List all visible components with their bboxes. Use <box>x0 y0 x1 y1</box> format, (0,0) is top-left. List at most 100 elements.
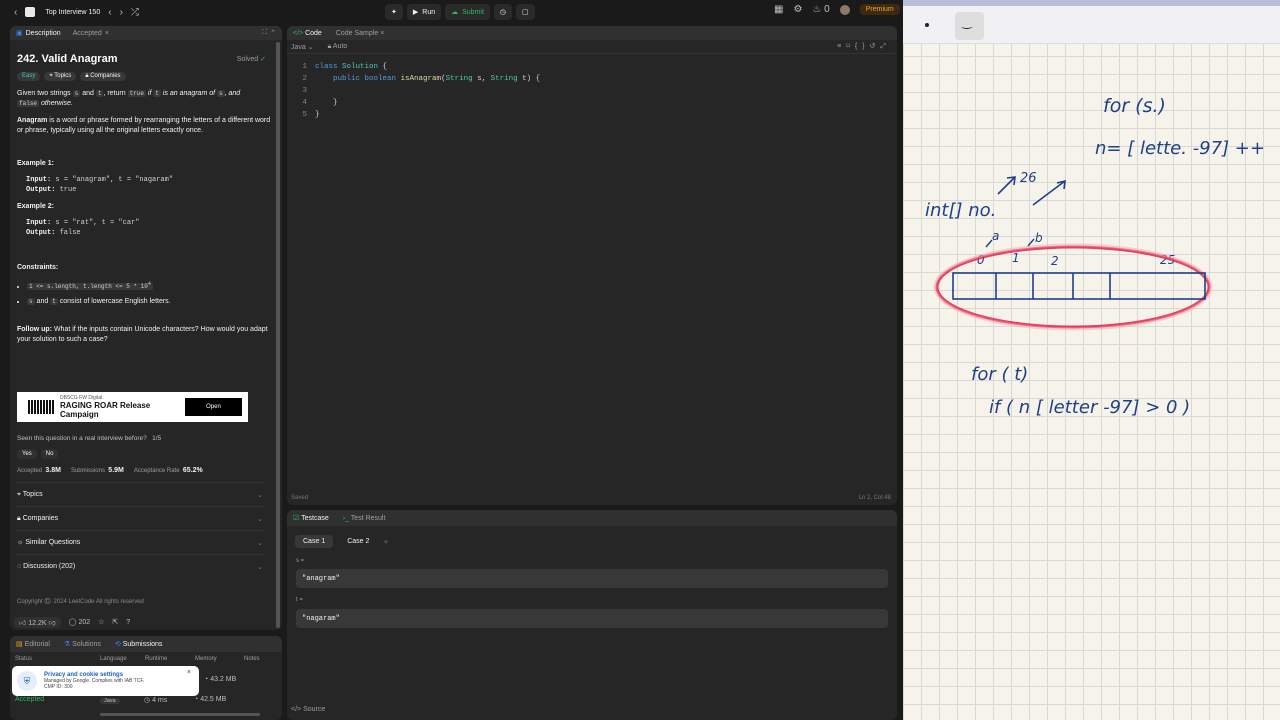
close-icon[interactable]: × <box>187 669 191 676</box>
premium-button[interactable]: Premium <box>859 4 900 15</box>
problem-list-icon[interactable] <box>25 7 36 17</box>
col-memory[interactable]: Memory <box>195 656 244 662</box>
row-status: Accepted <box>15 696 45 703</box>
expand-icon[interactable]: ⛶ <box>262 29 267 37</box>
section-topics[interactable]: ⌖ Topics ⌄ <box>17 482 263 506</box>
layout-icon[interactable]: ▦ <box>774 4 783 15</box>
shuffle-icon[interactable]: ⤮ <box>131 7 139 18</box>
collapse-icon[interactable]: ⌃ <box>270 29 276 37</box>
submit-button[interactable]: ☁ Submit <box>445 4 490 20</box>
lock-icon: 🔒︎ <box>327 42 332 50</box>
settings-icon[interactable]: ⚙ <box>793 4 802 15</box>
constraint-text: consist of lowercase English letters. <box>57 298 171 305</box>
tab-editorial[interactable]: ▤ Editorial <box>16 640 50 648</box>
col-notes[interactable]: Notes <box>244 656 260 662</box>
debug-button[interactable]: ✦ <box>385 4 403 20</box>
prev-problem-icon[interactable]: ‹ <box>108 7 111 18</box>
note-count-increment: n= [ lette. -97] ++ <box>1095 138 1265 159</box>
add-case-icon[interactable]: + <box>383 537 388 547</box>
tab-solutions[interactable]: ⚗ Solutions <box>64 640 101 648</box>
input-label: Input: <box>26 219 52 227</box>
terminal-icon: ›_ <box>342 514 349 522</box>
horizontal-scrollbar[interactable] <box>100 713 260 716</box>
chevron-down-icon: ⌄ <box>257 491 263 499</box>
bookmark-icon[interactable]: ⌑ <box>846 43 855 50</box>
next-problem-icon[interactable]: › <box>120 7 123 18</box>
back-icon[interactable]: ‹ <box>14 7 17 18</box>
top-bar: ‹ Top Interview 150 ‹ › ⤮ ✦ ▶ Run ☁ Submit… <box>0 0 903 24</box>
language-select[interactable]: Java ⌄ <box>291 43 314 51</box>
no-button[interactable]: No <box>40 449 59 459</box>
acceptance-stats: Accepted 3.8M Submissions 5.9M Acceptanc… <box>17 467 203 474</box>
tab-submissions[interactable]: ⟲ Submissions <box>115 640 163 648</box>
var-s-input[interactable]: "anagram" <box>296 569 888 588</box>
cookie-banner[interactable]: ⛨ Privacy and cookie settings Managed by… <box>12 666 199 696</box>
run-button[interactable]: ▶ Run <box>406 4 442 20</box>
section-companies-label: Companies <box>22 514 59 522</box>
col-language[interactable]: Language <box>100 656 145 662</box>
tab-code-sample[interactable]: Code Sample × <box>336 30 384 37</box>
companies-chip[interactable]: 🔒︎ Companies <box>80 72 126 81</box>
topics-chip[interactable]: ⌖ Topics <box>44 72 77 81</box>
section-discussion[interactable]: ◌ Discussion (202) ⌄ <box>17 554 263 578</box>
tab-testcase[interactable]: ☑ Testcase <box>293 514 329 522</box>
braces-icon[interactable]: {} <box>855 43 870 50</box>
tab-accepted[interactable]: Accepted × <box>73 30 109 37</box>
row-language: Java <box>100 698 120 704</box>
col-status[interactable]: Status <box>15 656 100 662</box>
bulb-icon: ☼ <box>17 539 24 546</box>
help-icon[interactable]: ? <box>126 619 130 626</box>
example-output: true <box>55 186 77 194</box>
line-number: 3 <box>302 87 307 95</box>
yes-button[interactable]: Yes <box>17 449 37 459</box>
chevron-down-icon: ⌄ <box>257 539 263 547</box>
index-2: 2 <box>1051 254 1059 268</box>
var-t-input[interactable]: "nagaram" <box>296 609 888 628</box>
ad-open-button[interactable]: Open <box>185 398 242 416</box>
comments-button[interactable]: ◯ 202 <box>69 618 90 626</box>
reset-icon[interactable]: ↺ <box>870 43 881 50</box>
streak-counter[interactable]: ♨ 0 <box>812 4 829 15</box>
tab-code-sample-label: Code Sample <box>335 29 379 37</box>
close-icon[interactable]: × <box>380 30 384 37</box>
case-2-tab[interactable]: Case 2 <box>339 535 377 548</box>
tab-code[interactable]: </> Code <box>293 30 322 37</box>
table-row[interactable]: ◔ 43.2 MB <box>204 676 236 683</box>
avatar[interactable] <box>839 4 850 15</box>
timer-button[interactable]: ◷ <box>493 4 513 20</box>
case-1-tab[interactable]: Case 1 <box>295 535 334 548</box>
source-link[interactable]: </> Source <box>291 706 325 713</box>
tab-description[interactable]: ▣ Description <box>16 29 61 38</box>
lock-icon: 🔒︎ <box>85 73 89 79</box>
fire-icon: ♨ <box>812 4 822 15</box>
cookie-line-2: CMP ID: 300 <box>44 684 73 690</box>
var-s-label: s = <box>296 558 305 564</box>
scrollbar[interactable] <box>276 42 280 628</box>
run-label: Run <box>422 8 436 16</box>
like-button[interactable]: 👍︎ 12.2K 👎︎ <box>14 616 61 628</box>
star-icon[interactable]: ☆ <box>98 618 104 626</box>
auto-mode-toggle[interactable]: 🔒︎ Auto <box>328 43 348 51</box>
close-icon[interactable]: × <box>105 30 109 37</box>
whiteboard[interactable]: ‿ for (s.) n= [ lette. -97] ++ 26 int[] … <box>903 0 1280 720</box>
note-button[interactable]: ▢ <box>516 4 535 20</box>
problem-list-title[interactable]: Top Interview 150 <box>45 9 100 16</box>
difficulty-chip[interactable]: Easy <box>17 72 41 81</box>
example-output: false <box>55 229 81 237</box>
format-icon[interactable]: ≡ <box>837 43 846 50</box>
col-runtime[interactable]: Runtime <box>145 656 195 662</box>
problem-statement: Given two strings s and t , return true i… <box>17 89 275 109</box>
code-line: } <box>315 111 320 119</box>
fullscreen-icon[interactable]: ⤢ <box>880 43 891 50</box>
table-row[interactable]: Accepted Java ◷ 4 ms ◔ 42.5 MB <box>10 696 282 708</box>
bug-icon: ✦ <box>391 9 397 16</box>
section-companies[interactable]: 🔒︎ Companies ⌄ <box>17 506 263 530</box>
advertisement[interactable]: DBSCG FW Digital RAGING ROAR Release Cam… <box>17 392 248 422</box>
editor-tools: ≡⌑{}↺⤢ <box>837 42 891 51</box>
inline-code: false <box>17 100 40 107</box>
share-icon[interactable]: ⇱ <box>112 618 118 626</box>
section-similar[interactable]: ☼ Similar Questions ⌄ <box>17 530 263 554</box>
statement-text: , and <box>224 90 241 97</box>
follow-up: Follow up: What if the inputs contain Un… <box>17 325 275 345</box>
tab-test-result[interactable]: ›_ Test Result <box>343 515 386 522</box>
